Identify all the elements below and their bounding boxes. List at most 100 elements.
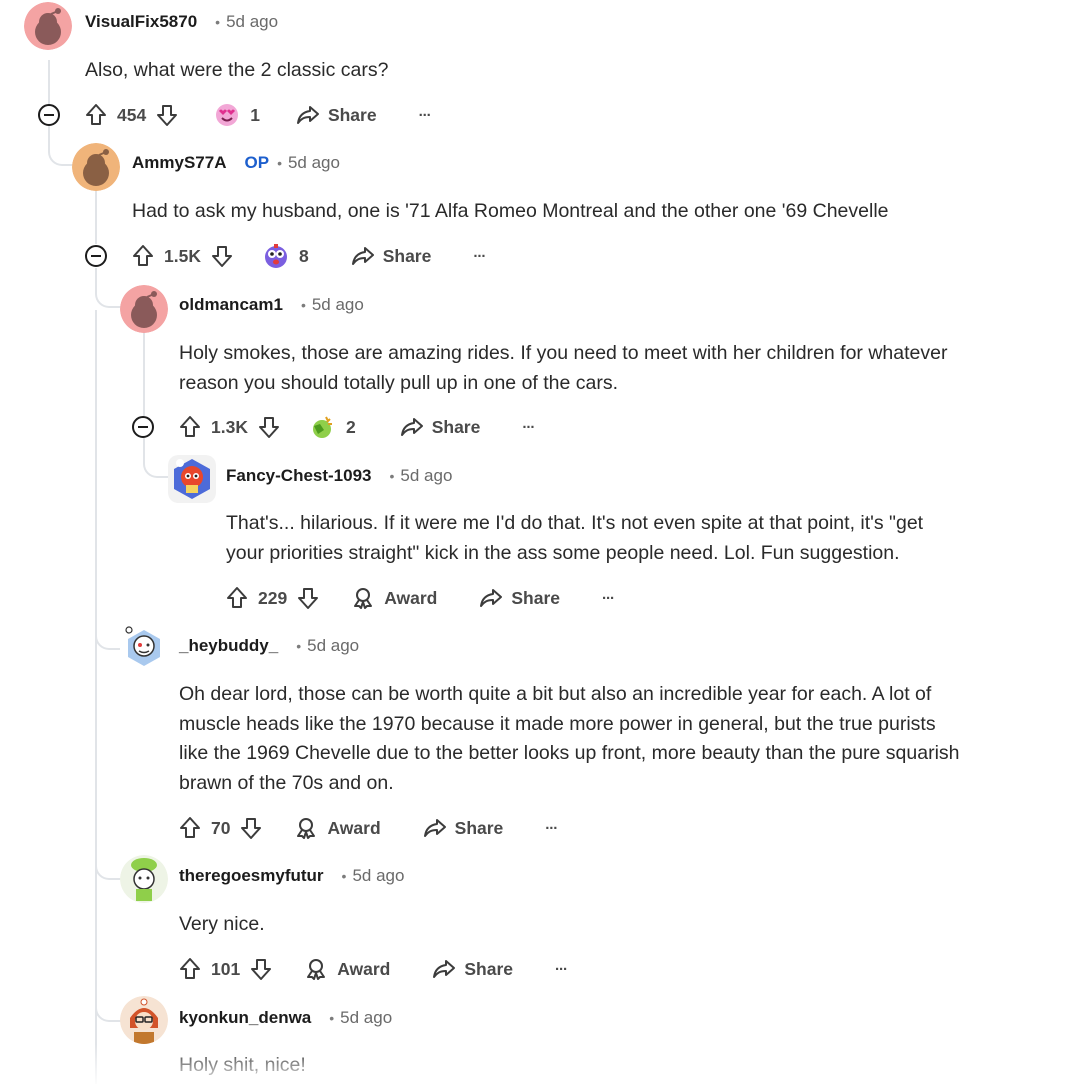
- more-icon: ···: [418, 106, 432, 124]
- share-button[interactable]: Share: [400, 416, 481, 438]
- comment-actions: 1.5K 8 Share ···: [132, 241, 486, 271]
- thread-line: [143, 330, 145, 416]
- comment-meta: Fancy-Chest-1093 • 5d ago: [226, 464, 452, 488]
- downvote-icon: [241, 818, 262, 839]
- vote-count: 1.3K: [211, 416, 248, 437]
- avatar[interactable]: [120, 855, 168, 903]
- comment-line: brawn of the 70s and on.: [179, 771, 394, 794]
- comment-actions: 70 Award Share ···: [179, 813, 558, 843]
- more-icon: ···: [522, 418, 535, 436]
- share-label: Share: [327, 104, 377, 125]
- upvote-icon: [133, 245, 153, 266]
- comment-actions: 229 Award Share ···: [226, 583, 615, 613]
- downvote-button[interactable]: [211, 244, 233, 268]
- downvote-button[interactable]: [240, 816, 262, 840]
- comment-line: Very nice.: [179, 913, 265, 935]
- upvote-button[interactable]: [179, 957, 201, 981]
- award-button[interactable]: Award: [304, 957, 390, 981]
- comment-line: Holy smokes, those are amazing rides. If…: [179, 342, 948, 364]
- avatar[interactable]: [24, 2, 72, 50]
- username[interactable]: VisualFix5870: [85, 12, 197, 32]
- upvote-button[interactable]: [179, 816, 201, 840]
- more-options-button[interactable]: ···: [522, 418, 535, 436]
- avatar[interactable]: [120, 624, 168, 672]
- comment-actions: 101 Award Share ···: [179, 954, 568, 984]
- collapse-icon[interactable]: [38, 104, 60, 126]
- award-button[interactable]: Award: [351, 586, 437, 610]
- collapse-icon[interactable]: [132, 416, 154, 438]
- username[interactable]: Fancy-Chest-1093: [226, 466, 372, 486]
- op-badge: OP: [244, 153, 270, 172]
- avatar[interactable]: [72, 143, 120, 191]
- comment-meta: AmmyS77A OP • 5d ago: [132, 151, 340, 175]
- share-icon: [433, 960, 456, 978]
- more-icon: ···: [473, 247, 486, 265]
- share-label: Share: [431, 416, 481, 437]
- award-count: 1: [250, 104, 260, 125]
- comment-line: muscle heads like the 1970 because it ma…: [179, 712, 936, 735]
- more-options-button[interactable]: ···: [418, 106, 432, 124]
- timestamp[interactable]: 5d ago: [352, 866, 404, 886]
- comment-body: Holy shit, nice!: [179, 1051, 306, 1081]
- timestamp[interactable]: 5d ago: [288, 153, 340, 173]
- comment-meta: theregoesmyfutur • 5d ago: [179, 864, 404, 888]
- award-button[interactable]: Award: [294, 816, 381, 840]
- more-options-button[interactable]: ···: [602, 590, 615, 607]
- award-button[interactable]: 8: [263, 243, 319, 269]
- thread-elbow: [95, 982, 121, 1022]
- upvote-icon: [180, 958, 200, 979]
- vote-count: 101: [211, 958, 241, 979]
- share-button[interactable]: Share: [432, 958, 513, 980]
- share-button[interactable]: Share: [351, 245, 431, 267]
- downvote-button[interactable]: [258, 415, 280, 439]
- separator-dot: •: [341, 868, 347, 884]
- collapse-icon[interactable]: [85, 245, 107, 267]
- share-button[interactable]: Share: [479, 587, 560, 609]
- comment-line: Had to ask my husband, one is '71 Alfa R…: [132, 200, 889, 222]
- comment-meta: _heybuddy_ • 5d ago: [179, 634, 359, 658]
- comment-body: That's... hilarious. If it were me I'd d…: [226, 509, 923, 568]
- comment-actions: 1.3K 2 Share ···: [179, 412, 535, 442]
- upvote-icon: [180, 416, 200, 437]
- comment-meta: oldmancam1 • 5d ago: [179, 293, 364, 317]
- more-options-button[interactable]: ···: [545, 820, 558, 837]
- share-button[interactable]: Share: [296, 104, 377, 126]
- username[interactable]: kyonkun_denwa: [179, 1008, 311, 1028]
- vote-count: 70: [211, 817, 231, 838]
- award-button[interactable]: 2: [310, 414, 366, 440]
- downvote-button[interactable]: [156, 103, 178, 127]
- avatar[interactable]: [168, 455, 216, 503]
- comment-line: like the 1969 Chevelle due to the better…: [179, 742, 960, 764]
- thread-line: [95, 310, 97, 1084]
- upvote-button[interactable]: [226, 586, 248, 610]
- separator-dot: •: [329, 1010, 335, 1026]
- share-icon: [480, 589, 503, 607]
- username[interactable]: AmmyS77A: [132, 153, 227, 173]
- thread-elbow: [48, 126, 74, 166]
- more-options-button[interactable]: ···: [473, 247, 486, 265]
- downvote-icon: [298, 588, 319, 609]
- timestamp[interactable]: 5d ago: [307, 636, 359, 656]
- upvote-button[interactable]: [85, 103, 107, 127]
- downvote-button[interactable]: [297, 586, 319, 610]
- award-count: 2: [345, 416, 356, 437]
- downvote-icon: [251, 959, 272, 980]
- upvote-button[interactable]: [132, 244, 154, 268]
- timestamp[interactable]: 5d ago: [340, 1008, 392, 1028]
- comment-body: Also, what were the 2 classic cars?: [85, 56, 388, 86]
- upvote-button[interactable]: [179, 415, 201, 439]
- share-button[interactable]: Share: [423, 817, 503, 839]
- username[interactable]: oldmancam1: [179, 295, 283, 315]
- heart-eyes-award-icon: [216, 104, 239, 126]
- username[interactable]: _heybuddy_: [179, 636, 278, 656]
- downvote-button[interactable]: [250, 957, 272, 981]
- award-button[interactable]: 1: [214, 102, 270, 128]
- timestamp[interactable]: 5d ago: [312, 295, 364, 315]
- avatar[interactable]: [120, 996, 168, 1044]
- username[interactable]: theregoesmyfutur: [179, 866, 324, 886]
- more-options-button[interactable]: ···: [555, 961, 568, 978]
- timestamp[interactable]: 5d ago: [226, 12, 278, 32]
- timestamp[interactable]: 5d ago: [400, 466, 452, 486]
- downvote-icon: [258, 417, 279, 438]
- avatar[interactable]: [120, 285, 168, 333]
